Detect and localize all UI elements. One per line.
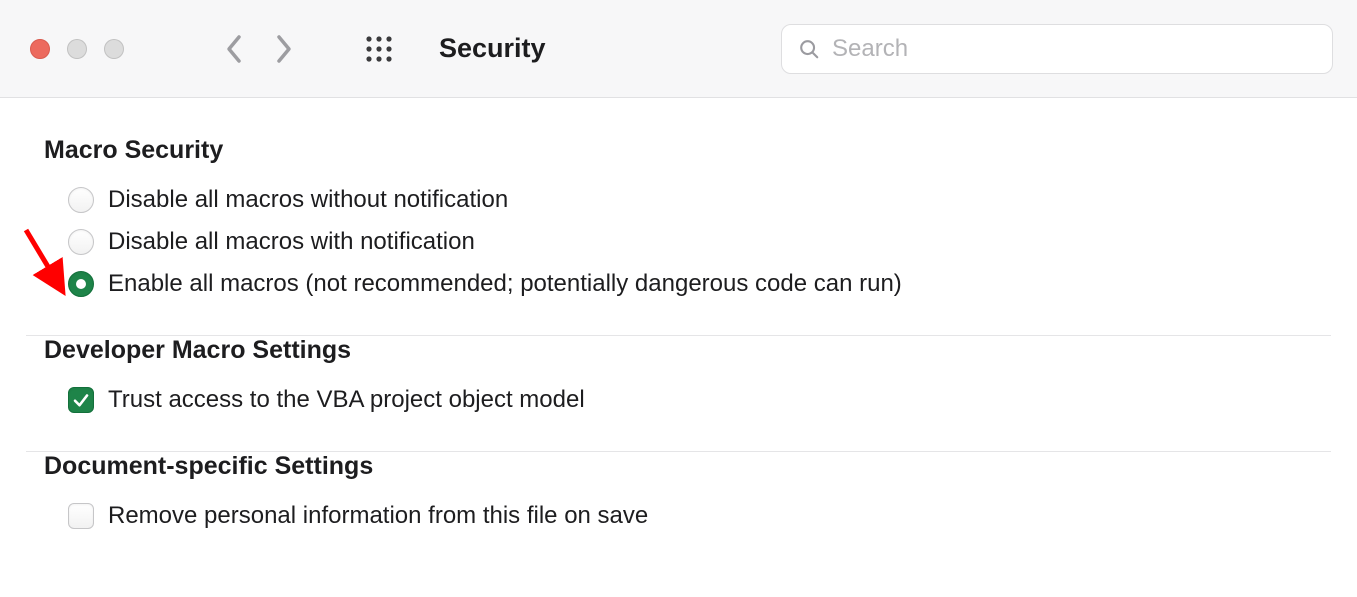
minimize-window-button[interactable] xyxy=(67,39,87,59)
section-developer-macro-settings: Developer Macro Settings Trust access to… xyxy=(0,336,1357,451)
radio-row-disable-without-notification[interactable]: Disable all macros without notification xyxy=(44,179,1313,221)
radio-row-disable-with-notification[interactable]: Disable all macros with notification xyxy=(44,221,1313,263)
radio-label: Disable all macros without notification xyxy=(108,186,508,214)
radio-button[interactable] xyxy=(68,229,94,255)
radio-label: Enable all macros (not recommended; pote… xyxy=(108,270,902,298)
checkbox[interactable] xyxy=(68,387,94,413)
section-heading: Document-specific Settings xyxy=(44,452,1313,481)
search-input[interactable] xyxy=(832,35,1316,63)
chevron-left-icon xyxy=(225,34,243,64)
radio-button[interactable] xyxy=(68,271,94,297)
check-icon xyxy=(72,391,90,409)
section-document-specific-settings: Document-specific Settings Remove person… xyxy=(0,452,1357,567)
section-heading: Macro Security xyxy=(44,136,1313,165)
page-title: Security xyxy=(439,33,546,64)
radio-row-enable-all-macros[interactable]: Enable all macros (not recommended; pote… xyxy=(44,263,1313,305)
radio-button[interactable] xyxy=(68,187,94,213)
chevron-right-icon xyxy=(275,34,293,64)
forward-button[interactable] xyxy=(264,29,304,69)
back-button[interactable] xyxy=(214,29,254,69)
checkbox-row-trust-vba-access[interactable]: Trust access to the VBA project object m… xyxy=(44,379,1313,421)
checkbox-label: Trust access to the VBA project object m… xyxy=(108,386,585,414)
zoom-window-button[interactable] xyxy=(104,39,124,59)
radio-label: Disable all macros with notification xyxy=(108,228,475,256)
section-heading: Developer Macro Settings xyxy=(44,336,1313,365)
grid-icon xyxy=(365,35,393,63)
close-window-button[interactable] xyxy=(30,39,50,59)
checkbox-row-remove-personal-info[interactable]: Remove personal information from this fi… xyxy=(44,495,1313,537)
window-controls xyxy=(30,39,124,59)
search-box[interactable] xyxy=(781,24,1333,74)
show-all-button[interactable] xyxy=(359,29,399,69)
section-macro-security: Macro Security Disable all macros withou… xyxy=(0,136,1357,335)
checkbox[interactable] xyxy=(68,503,94,529)
content-area: Macro Security Disable all macros withou… xyxy=(0,98,1357,567)
search-icon xyxy=(798,38,820,60)
checkbox-label: Remove personal information from this fi… xyxy=(108,502,648,530)
toolbar: Security xyxy=(0,0,1357,98)
